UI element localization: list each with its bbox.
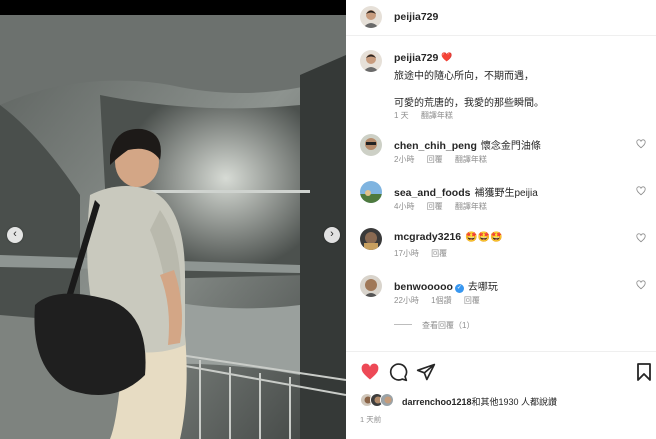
comment-meta: 17小時 回覆	[394, 248, 457, 259]
avatar[interactable]	[360, 181, 382, 203]
heart-icon[interactable]	[360, 362, 380, 382]
comment-time: 17小時	[394, 249, 419, 258]
avatar[interactable]	[360, 6, 382, 28]
comment-username[interactable]: benwooooo	[394, 281, 453, 293]
caption-username[interactable]: peijia729	[394, 52, 438, 64]
liker-username[interactable]: darrenchoo1218	[402, 397, 472, 407]
comment-text: 🤩🤩🤩	[465, 232, 503, 243]
heart-outline-icon[interactable]	[636, 139, 646, 149]
comment-time: 4小時	[394, 202, 415, 211]
comment-meta: 4小時 回覆 翻譯年糕	[394, 201, 497, 212]
comment-username[interactable]: mcgrady3216	[394, 231, 461, 243]
post-photo[interactable]: ‹ ›	[0, 0, 346, 439]
caption-time: 1 天	[394, 111, 409, 120]
likes-row: darrenchoo1218和其他1930 人都說讚	[360, 393, 656, 409]
heart-emoji: ❤️	[441, 52, 453, 62]
reply-link[interactable]: 回覆	[464, 296, 480, 305]
reply-divider	[394, 324, 412, 325]
comment-item: benwooooo ✓ 去哪玩 22小時 1個讚 回覆	[346, 275, 656, 315]
translate-link[interactable]: 翻譯年糕	[455, 202, 487, 211]
comment-time: 2小時	[394, 155, 415, 164]
like-count-link[interactable]: 1個讚	[431, 296, 451, 305]
reply-link[interactable]: 回覆	[427, 202, 443, 211]
header-username[interactable]: peijia729	[394, 11, 438, 23]
comment-line: sea_and_foods 補獲野生peijia	[394, 184, 538, 199]
share-icon[interactable]	[416, 362, 436, 382]
heart-outline-icon[interactable]	[636, 233, 646, 243]
post-timestamp: 1 天前	[360, 415, 382, 424]
translate-link[interactable]: 翻譯年糕	[421, 111, 453, 120]
heart-outline-icon[interactable]	[636, 280, 646, 290]
view-replies-label: 查看回覆（1）	[422, 321, 475, 330]
chevron-left-icon[interactable]: ‹	[7, 227, 23, 243]
comment-text: 懷念金門油條	[480, 141, 541, 152]
caption-meta: 1 天 翻譯年糕	[394, 110, 463, 121]
comment-username[interactable]: sea_and_foods	[394, 187, 470, 199]
comment-line: chen_chih_peng 懷念金門油條	[394, 137, 541, 152]
liker-avatar[interactable]	[380, 393, 394, 407]
caption-text-line1: 旅途中的隨心所向，不期而遇，	[394, 71, 534, 82]
chevron-right-icon[interactable]: ›	[324, 227, 340, 243]
comment-line: benwooooo ✓ 去哪玩	[394, 278, 498, 293]
comment-time: 22小時	[394, 296, 419, 305]
comment-icon[interactable]	[388, 362, 408, 382]
heart-outline-icon[interactable]	[636, 186, 646, 196]
caption-text-line2: 可愛的荒唐的，我愛的那些瞬間。	[394, 98, 544, 109]
photo-image	[0, 15, 346, 439]
bookmark-icon[interactable]	[637, 363, 651, 381]
reply-link[interactable]: 回覆	[427, 155, 443, 164]
verified-badge-icon: ✓	[454, 284, 464, 293]
post-panel: peijia729 peijia729 ❤️ 旅途中的隨心所向，不期而遇， 可愛…	[346, 0, 656, 439]
comment-item: sea_and_foods 補獲野生peijia 4小時 回覆 翻譯年糕	[346, 181, 656, 221]
comment-meta: 22小時 1個讚 回覆	[394, 295, 490, 306]
comment-username[interactable]: chen_chih_peng	[394, 140, 477, 152]
comment-item: mcgrady3216 🤩🤩🤩 17小時 回覆	[346, 228, 656, 268]
avatar[interactable]	[360, 134, 382, 156]
comment-line: mcgrady3216 🤩🤩🤩	[394, 231, 503, 243]
likes-summary: darrenchoo1218和其他1930 人都說讚	[402, 395, 557, 408]
likes-count-text[interactable]: 和其他1930 人都說讚	[472, 397, 558, 407]
reply-link[interactable]: 回覆	[431, 249, 447, 258]
avatar[interactable]	[360, 50, 382, 72]
comment-meta: 2小時 回覆 翻譯年糕	[394, 154, 497, 165]
comment-text: 補獲野生peijia	[474, 188, 538, 199]
divider	[346, 351, 656, 352]
comment-item: chen_chih_peng 懷念金門油條 2小時 回覆 翻譯年糕	[346, 134, 656, 174]
avatar[interactable]	[360, 275, 382, 297]
translate-link[interactable]: 翻譯年糕	[455, 155, 487, 164]
post-header: peijia729	[346, 0, 656, 36]
view-replies-link[interactable]: 查看回覆（1）	[394, 320, 474, 331]
avatar[interactable]	[360, 228, 382, 250]
comment-text: 去哪玩	[467, 282, 498, 293]
